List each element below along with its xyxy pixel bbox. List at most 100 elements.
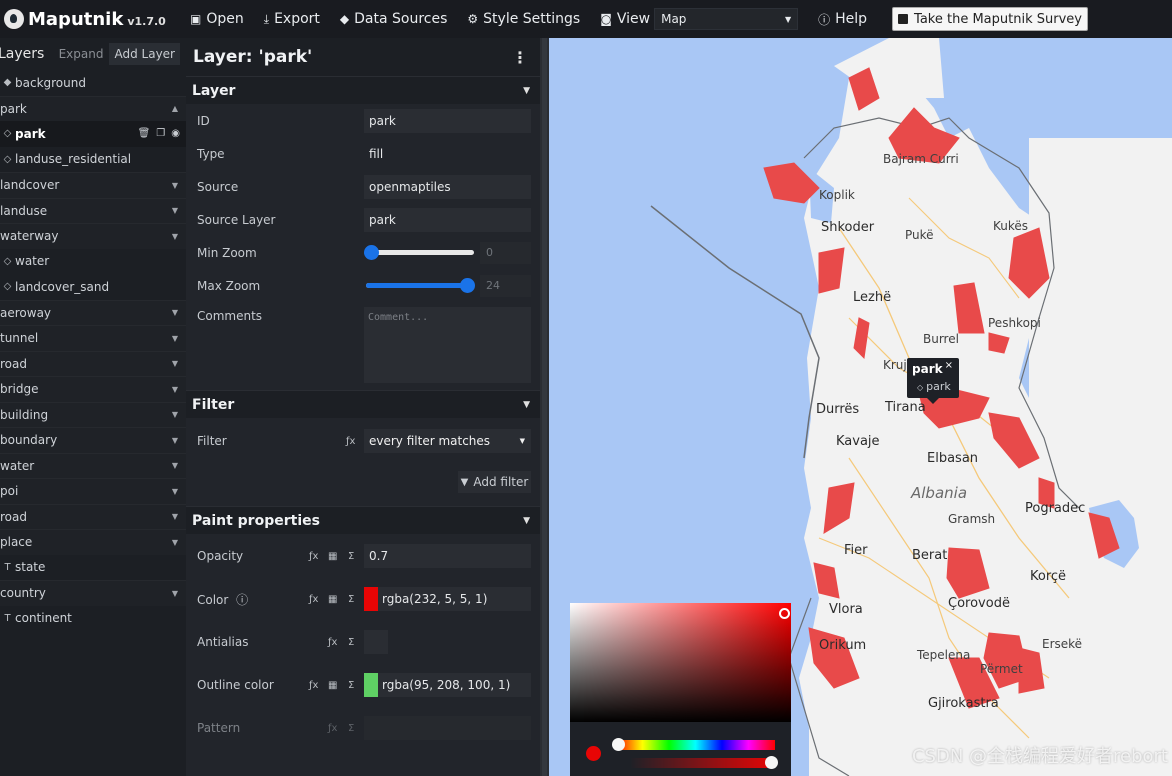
filter-select[interactable]: every filter matches ▼: [364, 429, 531, 453]
expression-icon[interactable]: Σ: [348, 594, 354, 605]
layer-item[interactable]: ◇ park 🗑 ❐ ◉: [0, 121, 186, 147]
style-settings-button[interactable]: ⚙ Style Settings: [467, 11, 580, 27]
function-icon[interactable]: ƒx: [309, 551, 318, 562]
min-zoom-input[interactable]: 0: [480, 241, 531, 264]
data-icon[interactable]: ▦: [328, 551, 337, 562]
alpha-slider[interactable]: [630, 758, 775, 768]
layer-group[interactable]: landuse ▼: [0, 197, 186, 223]
export-button[interactable]: ⤓ Export: [264, 11, 320, 27]
data-icon[interactable]: ▦: [328, 594, 337, 605]
layer-item[interactable]: ◇ water: [0, 249, 186, 275]
layer-group[interactable]: poi ▼: [0, 478, 186, 504]
layer-group[interactable]: tunnel ▼: [0, 325, 186, 351]
layer-item[interactable]: ◇ landcover_sand: [0, 274, 186, 300]
layer-item[interactable]: ◇ landuse_residential: [0, 147, 186, 173]
expression-icon[interactable]: Σ: [348, 680, 354, 691]
survey-button[interactable]: Take the Maputnik Survey: [892, 7, 1088, 31]
layer-group[interactable]: country ▼: [0, 580, 186, 606]
layer-group[interactable]: park ▲: [0, 95, 186, 121]
function-icon[interactable]: ƒx: [309, 680, 318, 691]
max-zoom-input[interactable]: 24: [480, 274, 531, 297]
add-filter-row: ▼ Add filter: [186, 464, 540, 500]
pattern-input[interactable]: [364, 716, 531, 740]
layer-group[interactable]: landcover ▼: [0, 172, 186, 198]
add-layer-button[interactable]: Add Layer: [109, 43, 180, 65]
function-icon[interactable]: ƒx: [328, 637, 337, 648]
info-icon[interactable]: ⓘ: [236, 593, 248, 607]
caret-down-icon[interactable]: ▼: [172, 385, 178, 394]
layer-group[interactable]: waterway ▼: [0, 223, 186, 249]
toolbar: Maputnik v1.7.0 ▣ Open ⤓ Export ◆ Data Sour…: [0, 0, 1172, 38]
expression-icon[interactable]: Σ: [348, 551, 354, 562]
caret-down-icon[interactable]: ▼: [172, 232, 178, 241]
caret-down-icon[interactable]: ▼: [172, 461, 178, 470]
layer-group[interactable]: boundary ▼: [0, 427, 186, 453]
slider-handle[interactable]: [364, 245, 379, 260]
hue-handle[interactable]: [612, 738, 625, 751]
layer-name: building: [0, 407, 49, 422]
antialias-checkbox[interactable]: [364, 630, 388, 654]
layer-group[interactable]: bridge ▼: [0, 376, 186, 402]
layer-group[interactable]: place ▼: [0, 529, 186, 555]
source-select[interactable]: openmaptiles: [364, 174, 531, 199]
slider-handle[interactable]: [460, 278, 475, 293]
max-zoom-slider[interactable]: [366, 278, 475, 293]
hue-slider[interactable]: [616, 740, 775, 750]
alpha-handle[interactable]: [765, 756, 778, 769]
caret-up-icon[interactable]: ▲: [172, 104, 178, 113]
color-swatch[interactable]: [364, 587, 378, 611]
layer-group[interactable]: road ▼: [0, 503, 186, 529]
expression-icon[interactable]: Σ: [348, 637, 354, 648]
caret-down-icon[interactable]: ▼: [172, 512, 178, 521]
data-sources-button[interactable]: ◆ Data Sources: [340, 11, 448, 27]
id-input[interactable]: park: [364, 108, 531, 133]
caret-down-icon[interactable]: ▼: [172, 410, 178, 419]
layer-group[interactable]: building ▼: [0, 401, 186, 427]
layer-group[interactable]: water ▼: [0, 452, 186, 478]
layer-item[interactable]: ◆ background: [0, 70, 186, 96]
trash-icon[interactable]: 🗑: [138, 128, 151, 139]
caret-down-icon[interactable]: ▼: [172, 334, 178, 343]
source-layer-input[interactable]: park: [364, 207, 531, 232]
layer-group[interactable]: road ▼: [0, 350, 186, 376]
min-zoom-slider[interactable]: [364, 245, 474, 260]
expression-icon[interactable]: Σ: [348, 723, 354, 734]
close-icon[interactable]: ×: [945, 360, 953, 371]
layer-item[interactable]: Tcontinent: [0, 606, 186, 632]
filter-section-header[interactable]: Filter ▼: [186, 390, 540, 418]
caret-down-icon[interactable]: ▼: [172, 308, 178, 317]
layer-item[interactable]: Tstate: [0, 555, 186, 581]
saturation-handle[interactable]: [779, 608, 790, 619]
caret-down-icon[interactable]: ▼: [172, 538, 178, 547]
function-icon[interactable]: ƒx: [328, 723, 337, 734]
app-logo[interactable]: Maputnik v1.7.0: [0, 9, 190, 30]
caret-down-icon[interactable]: ▼: [172, 206, 178, 215]
color-swatch[interactable]: [364, 673, 378, 697]
function-icon[interactable]: ƒx: [309, 594, 318, 605]
add-filter-button[interactable]: ▼ Add filter: [458, 471, 531, 493]
caret-down-icon[interactable]: ▼: [172, 436, 178, 445]
caret-down-icon[interactable]: ▼: [172, 487, 178, 496]
eye-icon[interactable]: ◉: [171, 128, 180, 139]
more-menu-icon[interactable]: ⋮: [510, 48, 530, 67]
view-select[interactable]: Map ▼: [654, 8, 799, 30]
layer-group[interactable]: aeroway ▼: [0, 299, 186, 325]
opacity-input[interactable]: 0.7: [364, 544, 531, 568]
data-icon[interactable]: ▦: [328, 680, 337, 691]
caret-down-icon[interactable]: ▼: [172, 181, 178, 190]
comments-textarea[interactable]: Comment...: [364, 307, 531, 383]
outline-color-input[interactable]: rgba(95, 208, 100, 1): [364, 673, 531, 697]
saturation-area[interactable]: [570, 603, 791, 722]
expand-button[interactable]: Expand: [59, 47, 104, 61]
caret-down-icon[interactable]: ▼: [172, 359, 178, 368]
help-button[interactable]: ⓘ Help: [818, 11, 867, 28]
function-icon[interactable]: ƒx: [346, 436, 355, 447]
popup-layer-item[interactable]: ◇ park: [917, 380, 951, 393]
copy-icon[interactable]: ❐: [156, 128, 165, 139]
caret-down-icon[interactable]: ▼: [172, 589, 178, 598]
panel-resize-handle[interactable]: [540, 38, 549, 776]
open-button[interactable]: ▣ Open: [190, 11, 244, 27]
layer-section-header[interactable]: Layer ▼: [186, 76, 540, 104]
paint-section-header[interactable]: Paint properties ▼: [186, 506, 540, 534]
color-input[interactable]: rgba(232, 5, 5, 1): [364, 587, 531, 611]
